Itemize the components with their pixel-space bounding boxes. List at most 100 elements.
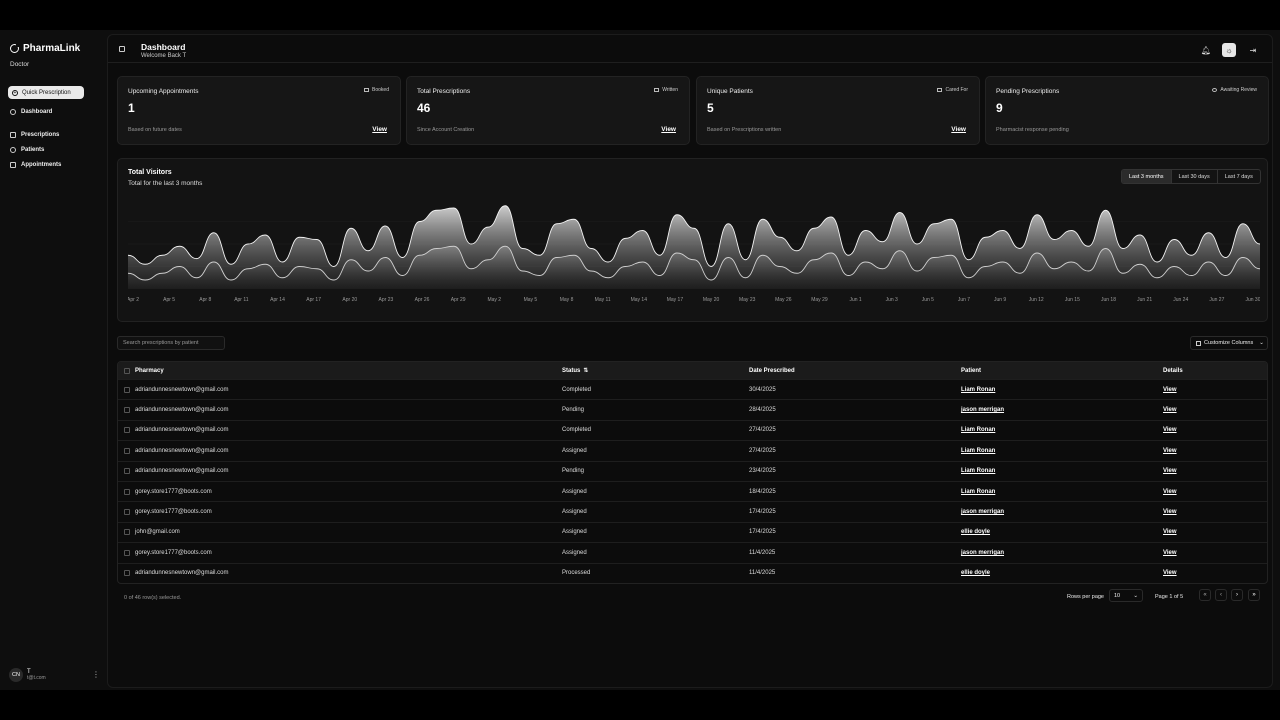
brand[interactable]: PharmaLink [10,43,80,54]
sort-icon[interactable]: ⇅ [583,368,588,374]
sidebar-item-label: Patients [21,147,45,153]
x-tick-label: Jun 7 [958,297,970,303]
row-checkbox[interactable] [123,386,130,393]
user-profile[interactable]: CN T t@t.com [9,668,46,682]
row-checkbox[interactable] [123,468,130,475]
cell-pharmacy: adriandunnesnewtown@gmail.com [135,468,229,475]
range-7-days-button[interactable]: Last 7 days [1218,170,1260,183]
welcome-text: Welcome Back T [141,53,187,59]
rows-per-page-value: 10 [1114,592,1121,599]
quick-prescription-button[interactable]: + Quick Prescription [8,86,84,99]
table-row[interactable]: adriandunnesnewtown@gmail.com Processed 11… [118,562,1267,583]
patient-link[interactable]: jason merrigan [961,550,1004,556]
patient-link[interactable]: jason merrigan [961,407,1004,413]
card-view-link[interactable]: View [661,126,676,133]
cell-date: 27/4/2025 [749,447,776,454]
cell-status: Assigned [562,447,587,454]
details-link[interactable]: View [1163,529,1177,535]
table-row[interactable]: gorey.store1777@boots.com Assigned 18/4/20… [118,480,1267,501]
table-row[interactable]: gorey.store1777@boots.com Assigned 17/4/20… [118,501,1267,521]
range-30-days-button[interactable]: Last 30 days [1172,170,1218,183]
table-row[interactable]: adriandunnesnewtown@gmail.com Assigned 27/… [118,440,1267,460]
table-row[interactable]: adriandunnesnewtown@gmail.com Completed 27… [118,419,1267,440]
table-row[interactable]: adriandunnesnewtown@gmail.com Completed 30… [118,379,1267,399]
table-row[interactable]: gorey.store1777@boots.com Assigned 11/4/20… [118,542,1267,562]
sidebar-item-dashboard[interactable]: Dashboard [10,109,52,115]
cell-date: 30/4/2025 [749,386,776,393]
search-input[interactable] [117,336,225,350]
plus-circle-icon: + [12,89,18,96]
x-tick-label: Jun 9 [994,297,1006,303]
top-letterbox [0,0,1280,30]
sidebar-item-prescriptions[interactable]: Prescriptions [10,132,59,138]
x-tick-label: May 2 [487,297,501,303]
details-link[interactable]: View [1163,489,1177,495]
cell-date: 28/4/2025 [749,407,776,414]
row-checkbox[interactable] [123,529,130,536]
patient-link[interactable]: Liam Ronan [961,448,995,454]
card-badge: Written [654,87,678,93]
cell-pharmacy: adriandunnesnewtown@gmail.com [135,427,229,434]
x-tick-label: May 14 [631,297,648,303]
range-3-months-button[interactable]: Last 3 months [1122,170,1172,183]
cell-status: Assigned [562,529,587,536]
details-link[interactable]: View [1163,550,1177,556]
columns-icon [1196,340,1201,346]
last-page-button[interactable]: » [1248,589,1260,601]
x-tick-label: Jun 18 [1101,297,1116,303]
table-row[interactable]: john@gmail.com Assigned 17/4/2025 ellie doy… [118,521,1267,542]
row-checkbox[interactable] [123,447,130,454]
row-checkbox[interactable] [123,407,130,414]
customize-columns-button[interactable]: Customize Columns ⌄ [1190,336,1268,350]
rows-per-page-select[interactable]: 10 ⌄ [1109,589,1143,602]
theme-toggle-icon[interactable]: ☼ [1222,43,1236,57]
badge-label: Awaiting Review [1220,87,1257,93]
card-view-link[interactable]: View [951,126,966,133]
row-checkbox[interactable] [123,427,130,434]
patient-link[interactable]: ellie doyle [961,529,990,535]
row-checkbox[interactable] [123,488,130,495]
first-page-button[interactable]: « [1199,589,1211,601]
row-checkbox[interactable] [123,549,130,556]
patient-link[interactable]: Liam Ronan [961,468,995,474]
prev-page-button[interactable]: ‹ [1215,589,1227,601]
details-link[interactable]: View [1163,448,1177,454]
x-tick-label: Jun 5 [922,297,934,303]
row-checkbox[interactable] [123,509,130,516]
details-link[interactable]: View [1163,387,1177,393]
sidebar-toggle-icon[interactable] [119,46,125,52]
x-tick-label: May 26 [775,297,792,303]
select-all-checkbox[interactable] [123,367,130,374]
sidebar-item-patients[interactable]: Patients [10,147,44,153]
patient-link[interactable]: ellie doyle [961,570,990,576]
table-header: Pharmacy Status ⇅ Date Prescribed Patient… [118,362,1267,379]
page-title: Dashboard [141,42,186,52]
details-link[interactable]: View [1163,468,1177,474]
more-vertical-icon[interactable]: ⋮ [92,670,100,679]
card-badge: Booked [364,87,389,93]
card-view-link[interactable]: View [372,126,387,133]
bell-icon[interactable]: 🔔︎ [1199,43,1213,57]
sidebar-item-appointments[interactable]: Appointments [10,162,61,168]
patient-link[interactable]: Liam Ronan [961,427,995,433]
range-toggle-group: Last 3 months Last 30 days Last 7 days [1121,169,1261,184]
details-link[interactable]: View [1163,427,1177,433]
card-title: Total Prescriptions [417,88,471,95]
details-link[interactable]: View [1163,509,1177,515]
stat-card-prescriptions: Total Prescriptions Written 46 Since Acc… [406,76,690,145]
column-header-status[interactable]: Status ⇅ [562,367,749,374]
table-row[interactable]: adriandunnesnewtown@gmail.com Pending 28/4… [118,399,1267,419]
patient-link[interactable]: Liam Ronan [961,387,995,393]
table-row[interactable]: adriandunnesnewtown@gmail.com Pending 23/4… [118,460,1267,481]
patient-link[interactable]: jason merrigan [961,509,1004,515]
details-link[interactable]: View [1163,570,1177,576]
file-icon [10,132,16,138]
logout-icon[interactable]: ⇥ [1246,43,1260,57]
cell-pharmacy: gorey.store1777@boots.com [135,509,212,516]
row-checkbox[interactable] [123,570,130,577]
x-tick-label: Jun 24 [1173,297,1188,303]
next-page-button[interactable]: › [1231,589,1243,601]
card-badge: Cared For [937,87,968,93]
details-link[interactable]: View [1163,407,1177,413]
patient-link[interactable]: Liam Ronan [961,489,995,495]
